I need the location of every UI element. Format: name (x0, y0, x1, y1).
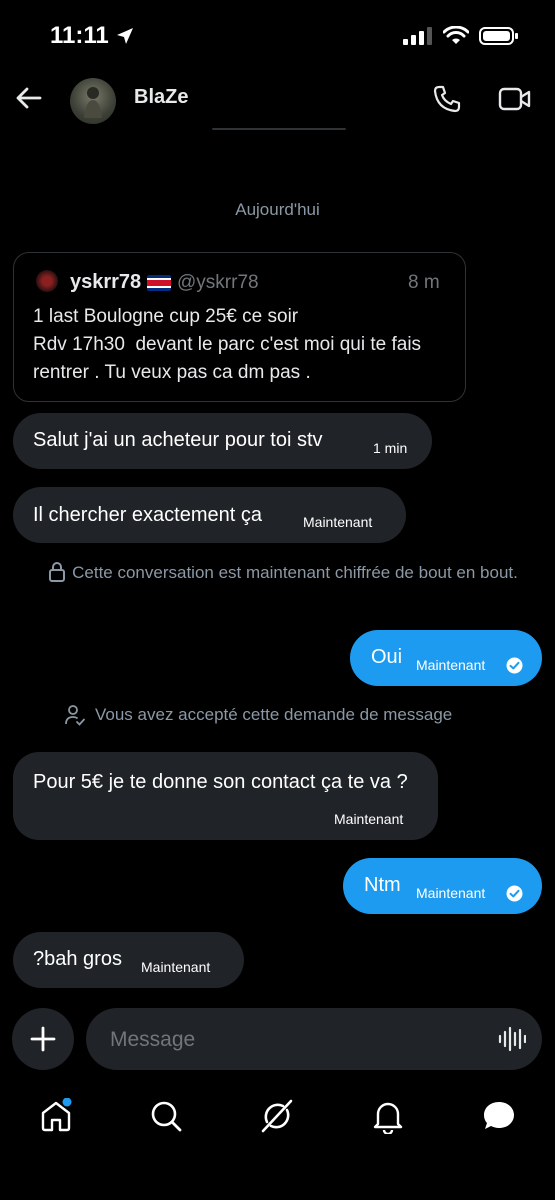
date-separator: Aujourd'hui (235, 200, 320, 219)
status-icons (403, 26, 519, 46)
verified-check-icon (506, 657, 523, 674)
nav-notifications[interactable] (370, 1098, 406, 1136)
costa-rica-flag-icon (147, 275, 171, 291)
grok-icon (261, 1099, 293, 1133)
quoted-tweet-name: yskrr78 (70, 271, 142, 293)
message-text: Pour 5€ je te donne son contact ça te va… (33, 771, 408, 793)
bell-icon (373, 1102, 403, 1136)
message-time: 1 min (373, 440, 408, 456)
message-text: Ntm (364, 874, 401, 896)
message-composer (86, 1008, 542, 1072)
notification-dot (62, 1097, 72, 1107)
nav-messages[interactable] (481, 1098, 517, 1134)
message-text: Oui (371, 646, 403, 668)
header-divider (212, 128, 346, 130)
back-arrow-icon[interactable] (14, 84, 42, 112)
quoted-tweet-text: 1 last Boulogne cup 25€ ce soir Rdv 17h3… (33, 306, 422, 383)
nav-grok[interactable] (259, 1098, 295, 1134)
message-time: Maintenant (416, 885, 486, 901)
verified-check-icon (506, 885, 523, 902)
encryption-notice: Cette conversation est maintenant chiffr… (72, 563, 518, 582)
contact-avatar[interactable] (70, 78, 116, 124)
message-text: Il chercher exactement ça (33, 504, 262, 526)
message-time: Maintenant (416, 657, 486, 673)
message-input[interactable] (108, 1008, 492, 1072)
message-time: Maintenant (141, 959, 211, 975)
location-arrow-icon (116, 28, 133, 44)
clock-text: 11:11 (50, 22, 109, 49)
battery-icon (479, 27, 518, 45)
cellular-signal-icon (403, 27, 432, 45)
quoted-tweet-avatar (36, 270, 58, 292)
quoted-tweet-time: 8 m (408, 272, 440, 293)
home-icon (41, 1097, 72, 1132)
message-time: Maintenant (334, 811, 404, 827)
message-text: Salut j'ai un acheteur pour toi stv (33, 429, 323, 451)
messages-icon (484, 1102, 514, 1129)
wifi-icon (443, 26, 469, 44)
contact-name[interactable]: BlaZe (134, 86, 188, 109)
nav-search[interactable] (148, 1098, 184, 1134)
search-icon (151, 1101, 182, 1132)
avatar-figure-icon (84, 87, 102, 118)
video-call-icon[interactable] (498, 86, 532, 112)
accepted-request-notice: Vous avez accepté cette demande de messa… (95, 705, 453, 724)
quoted-tweet-handle: @yskrr78 (177, 272, 259, 293)
nav-home[interactable] (38, 1097, 74, 1134)
phone-call-icon[interactable] (432, 84, 462, 114)
voice-message-icon[interactable] (498, 1026, 526, 1052)
lock-icon (49, 562, 65, 582)
message-text: ?bah gros (33, 948, 122, 970)
status-time: 11:11 (50, 22, 135, 50)
plus-icon (30, 1026, 56, 1052)
message-time: Maintenant (303, 514, 373, 530)
user-check-icon (65, 705, 85, 726)
add-media-button[interactable] (12, 1008, 74, 1070)
